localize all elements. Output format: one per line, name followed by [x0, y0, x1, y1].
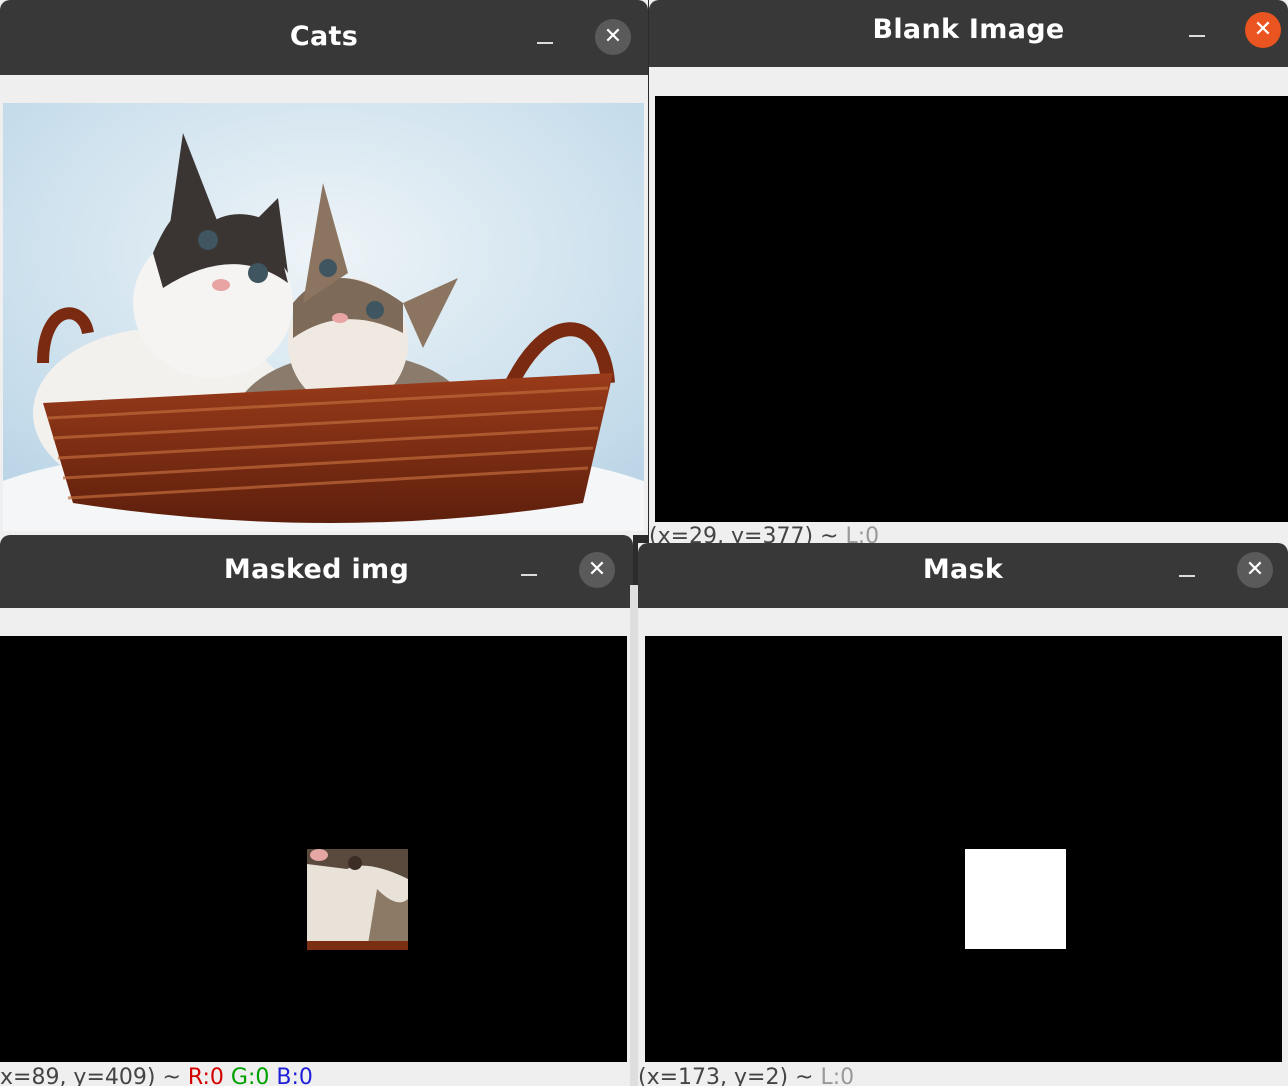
masked-status-r: R:0 [187, 1067, 224, 1086]
masked-status: x=89, y=409) ~ R:0 G:0 B:0 [0, 1067, 633, 1086]
close-icon[interactable]: ✕ [1237, 552, 1273, 588]
cats-window: Cats ✕ [0, 0, 648, 535]
close-icon[interactable]: ✕ [579, 552, 615, 588]
mask-status: (x=173, y=2) ~ L:0 [638, 1067, 1288, 1086]
cats-titlebar[interactable]: Cats ✕ [0, 0, 648, 75]
minimize-icon[interactable] [537, 42, 553, 44]
blank-status-coords: (x=29, y=377) ~ [649, 526, 846, 543]
mask-status-coords: (x=173, y=2) ~ [638, 1067, 821, 1086]
masked-title: Masked img [223, 554, 410, 585]
blank-image-window: Blank Image ✕ (x=29, y=377) ~ L:0 [649, 0, 1288, 543]
blank-status-channel: L:0 [845, 526, 880, 543]
masked-toolbar [0, 608, 633, 636]
masked-titlebar[interactable]: Masked img ✕ [0, 535, 633, 608]
cats-toolbar [0, 75, 648, 103]
masked-status-coords: x=89, y=409) ~ [0, 1067, 188, 1086]
background-window-sliver [630, 585, 638, 1086]
masked-status-g: G:0 [230, 1067, 270, 1086]
mask-titlebar[interactable]: Mask ✕ [638, 543, 1288, 608]
mask-canvas [645, 636, 1282, 1062]
mask-title: Mask [922, 554, 1004, 585]
masked-canvas [0, 636, 627, 1062]
mask-toolbar [638, 608, 1288, 636]
mask-status-channel: L:0 [820, 1067, 855, 1086]
mask-window: Mask ✕ (x=173, y=2) ~ L:0 [638, 543, 1288, 1086]
mask-white-square [965, 849, 1066, 949]
blank-title: Blank Image [872, 14, 1065, 45]
close-icon[interactable]: ✕ [1245, 12, 1281, 48]
masked-status-b: B:0 [276, 1067, 313, 1086]
blank-toolbar [649, 67, 1288, 96]
minimize-icon[interactable] [521, 574, 537, 576]
masked-cat-crop [307, 849, 408, 950]
blank-canvas [655, 96, 1288, 522]
minimize-icon[interactable] [1179, 575, 1195, 577]
cats-in-basket-photo [3, 103, 644, 531]
cats-image [3, 103, 644, 531]
cats-title: Cats [289, 21, 359, 52]
minimize-icon[interactable] [1189, 35, 1205, 37]
close-icon[interactable]: ✕ [595, 19, 631, 55]
blank-status: (x=29, y=377) ~ L:0 [649, 526, 1288, 543]
blank-titlebar[interactable]: Blank Image ✕ [649, 0, 1288, 67]
masked-img-window: Masked img ✕ x=89, y=409) ~ R:0 G:0 B:0 [0, 535, 633, 1086]
